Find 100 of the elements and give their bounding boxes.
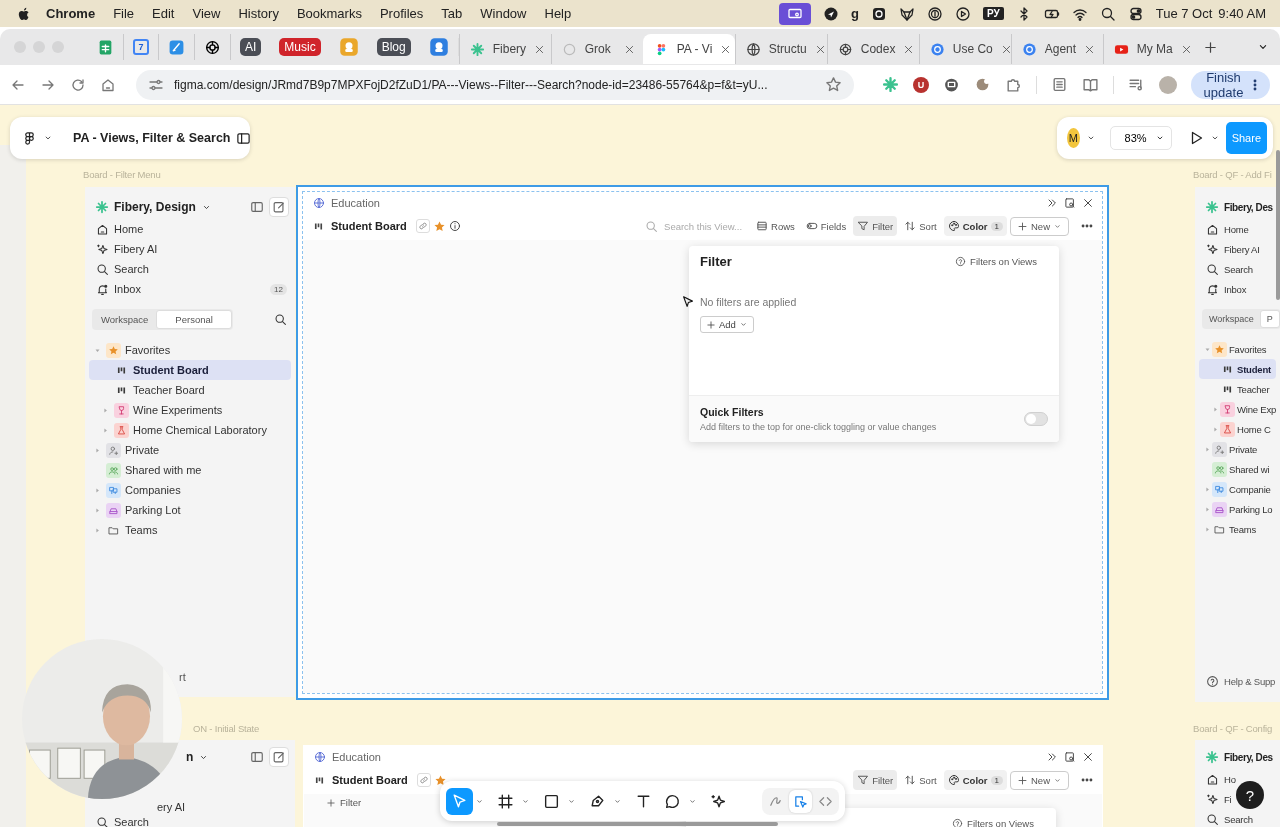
nav-item[interactable]: Inbox 12	[85, 279, 295, 299]
browser-tab[interactable]: PA - Vi	[642, 34, 735, 64]
scope-tab[interactable]: Workspace	[93, 310, 157, 329]
extension-icon[interactable]	[943, 76, 960, 93]
tree-item[interactable]: Teacher Board	[89, 380, 291, 400]
browser-tab[interactable]: Codex	[826, 34, 919, 64]
new-tab-icon[interactable]	[1202, 39, 1218, 55]
tree-item[interactable]: Parking Lo	[1199, 499, 1276, 519]
pinned-tab[interactable]: Blog	[367, 34, 420, 60]
tree-item[interactable]: Teacher	[1199, 379, 1276, 399]
pinned-tab[interactable]: Music	[270, 34, 330, 60]
browser-tab[interactable]: My Ma	[1102, 34, 1195, 64]
nav-item[interactable]: Fibery AI	[85, 239, 295, 259]
tree-item[interactable]: Companies	[89, 480, 291, 500]
toolbar-button[interactable]: Filter	[853, 216, 898, 236]
sidebar-toggle-icon[interactable]	[250, 750, 264, 764]
nav-item[interactable]: Inbox	[1195, 279, 1255, 299]
extensions-icon[interactable]	[1005, 76, 1022, 93]
open-page-icon[interactable]	[1064, 751, 1076, 763]
gear-icon[interactable]	[870, 5, 887, 22]
tree-item[interactable]: Wine Experiments	[89, 400, 291, 420]
close-icon[interactable]	[1084, 43, 1096, 55]
nav-item[interactable]: Search	[1195, 809, 1261, 827]
help-link[interactable]: Filters on Views	[946, 816, 1040, 827]
search-field[interactable]: Search this View...	[641, 219, 750, 233]
close-icon[interactable]	[1000, 43, 1012, 55]
tree-item[interactable]: Home C	[1199, 419, 1276, 439]
nav-item[interactable]: Home	[85, 219, 295, 239]
close-icon[interactable]	[814, 43, 826, 55]
extension-button[interactable]: U	[913, 76, 929, 93]
tree-item[interactable]: Student Board	[89, 360, 291, 380]
clock[interactable]: 9:40 AM	[1218, 6, 1266, 21]
extension-icon[interactable]	[974, 76, 991, 93]
close-icon[interactable]	[1180, 43, 1192, 55]
help-link[interactable]: rt	[179, 671, 186, 683]
menu-item[interactable]: View	[192, 6, 221, 21]
scope-tab[interactable]: Personal	[156, 310, 232, 329]
add-button[interactable]: Add	[700, 316, 754, 333]
bookmark-star-icon[interactable]	[825, 76, 842, 93]
toolbar-button[interactable]: Filter	[853, 770, 898, 790]
workspace-name[interactable]: n	[186, 750, 194, 764]
scope-tab[interactable]: Workspace	[1203, 310, 1260, 328]
menu-item[interactable]: Edit	[152, 6, 175, 21]
control-center-icon[interactable]	[1127, 5, 1144, 22]
status-item[interactable]: РУ	[982, 7, 1004, 20]
menu-item[interactable]: Bookmarks	[296, 6, 362, 21]
pinned-tab[interactable]: 7	[124, 34, 159, 60]
pinned-tab[interactable]: AI	[231, 34, 271, 60]
close-icon[interactable]	[534, 43, 546, 55]
tree-item[interactable]: Shared with me	[89, 460, 291, 480]
help-link[interactable]: Filters on Views	[949, 254, 1043, 268]
nav-item[interactable]: Fibery AI	[1195, 239, 1268, 259]
toolbar-button[interactable]: Color 1	[943, 216, 1007, 236]
close-icon[interactable]	[1082, 197, 1094, 209]
figma-logo-icon[interactable]	[22, 130, 37, 146]
scope-tab[interactable]: P	[1259, 310, 1280, 328]
menu-item[interactable]: File	[113, 6, 135, 21]
browser-tab[interactable]: Agent	[1010, 34, 1103, 64]
open-page-icon[interactable]	[1064, 197, 1076, 209]
toolbar-button[interactable]: Rows	[752, 216, 799, 236]
browser-tab[interactable]: Grok	[550, 34, 643, 64]
menu-item[interactable]: Help	[544, 6, 572, 21]
address-bar[interactable]: figma.com/design/JRmd7B9p7MPXFojD2fZuD1/PA---Views--Filter---Search?node-id=23486-55764&p=f&t=yU...	[136, 69, 854, 100]
tree-item[interactable]: Shared wi	[1199, 459, 1276, 479]
browser-tab[interactable]: Use Co	[918, 34, 1011, 64]
compose-button[interactable]	[269, 747, 289, 767]
tree-item[interactable]: Teams	[1199, 519, 1276, 539]
tree-item[interactable]: Private	[89, 440, 291, 460]
search-icon[interactable]	[274, 313, 287, 326]
user-avatar[interactable]: M	[1067, 128, 1080, 148]
workspace-name[interactable]: Fibery, Des	[1224, 201, 1273, 213]
workspace-name[interactable]: Fibery, Des	[1224, 751, 1273, 763]
help-link[interactable]: Help & Supp	[1224, 676, 1276, 687]
tree-item[interactable]: Teams	[89, 520, 291, 540]
circle-icon[interactable]	[926, 5, 943, 22]
tree-item[interactable]: Home Chemical Laboratory	[89, 420, 291, 440]
double-chevron-icon[interactable]	[1046, 751, 1058, 763]
nav-item[interactable]: ery AI	[157, 799, 194, 815]
toolbar-button[interactable]: Color 1	[943, 770, 1007, 790]
menu-title[interactable]: Chrome	[46, 6, 96, 21]
search-icon[interactable]	[1099, 5, 1116, 22]
mode-button[interactable]	[789, 789, 812, 813]
menu-item[interactable]: History	[238, 6, 279, 21]
toggle-switch[interactable]	[1024, 412, 1048, 426]
tree-item[interactable]: Favorites	[89, 340, 291, 360]
space-name[interactable]: Education	[331, 197, 380, 209]
double-chevron-icon[interactable]	[1046, 197, 1058, 209]
tree-item[interactable]: Favorites	[1199, 339, 1276, 359]
close-icon[interactable]	[623, 43, 635, 55]
scrollbar[interactable]	[497, 822, 778, 826]
nav-item[interactable]: Search	[1195, 259, 1261, 279]
new-button[interactable]: New	[1010, 770, 1069, 790]
clock[interactable]: Tue 7 Oct	[1155, 6, 1213, 21]
add-filter-button[interactable]: Filter	[320, 796, 368, 809]
tree-item[interactable]: Student	[1199, 359, 1276, 379]
tree-item[interactable]: Parking Lot	[89, 500, 291, 520]
sidebar-toggle-icon[interactable]	[250, 200, 264, 214]
tree-item[interactable]: Companie	[1199, 479, 1276, 499]
reload-icon[interactable]	[70, 76, 86, 93]
close-icon[interactable]	[903, 43, 915, 55]
